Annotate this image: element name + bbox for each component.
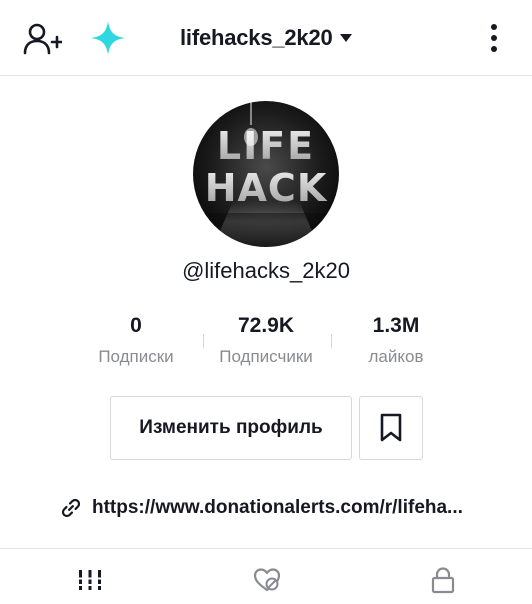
bio-link[interactable]: https://www.donationalerts.com/r/lifeha.…: [60, 494, 463, 522]
add-user-icon[interactable]: [22, 20, 62, 56]
bookmark-icon: [380, 413, 402, 442]
stat-following[interactable]: 0 Подписки: [66, 312, 206, 368]
kebab-menu-icon[interactable]: [484, 20, 504, 56]
profile-tab-bar: [0, 548, 532, 604]
profile-screen: lifehacks_2k20 LIFE HACK @lifehacks_2k20…: [0, 0, 532, 604]
edit-profile-button[interactable]: Изменить профиль: [110, 396, 352, 460]
link-icon: [61, 498, 81, 518]
sparkle-icon[interactable]: [90, 20, 126, 56]
grid-icon[interactable]: [75, 565, 105, 595]
lock-icon[interactable]: [428, 565, 458, 595]
stat-value: 0: [130, 314, 142, 337]
top-bar: lifehacks_2k20: [0, 0, 532, 76]
account-switcher[interactable]: lifehacks_2k20: [180, 22, 353, 54]
stat-value: 1.3M: [372, 314, 420, 337]
caret-down-icon: [339, 34, 352, 42]
avatar[interactable]: LIFE HACK: [193, 101, 339, 247]
profile-handle: @lifehacks_2k20: [182, 258, 350, 283]
liked-hidden-icon[interactable]: [252, 565, 282, 595]
username-title: lifehacks_2k20: [180, 25, 333, 50]
stat-value: 72.9K: [237, 314, 295, 337]
stat-likes[interactable]: 1.3M лайков: [326, 312, 466, 368]
stat-label: Подписки: [98, 347, 174, 366]
stat-label: лайков: [368, 347, 424, 366]
stat-followers[interactable]: 72.9K Подписчики: [196, 312, 336, 368]
bio-link-text: https://www.donationalerts.com/r/lifeha.…: [92, 497, 463, 518]
bookmarks-button[interactable]: [359, 396, 423, 460]
avatar-text-life: LIFE: [217, 124, 315, 168]
stat-label: Подписчики: [219, 347, 313, 366]
avatar-image: LIFE HACK: [193, 101, 339, 247]
